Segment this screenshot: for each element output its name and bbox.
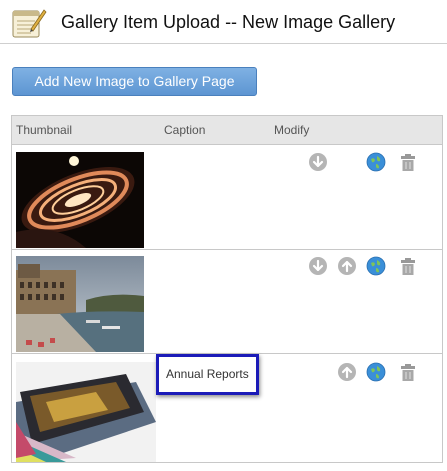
web-icon[interactable] [366, 256, 386, 276]
gallery-table: Thumbnail Caption Modify Annual Reports [11, 115, 443, 463]
move-down-icon[interactable] [308, 256, 328, 276]
move-down-icon[interactable] [308, 152, 328, 172]
thumbnail-image[interactable] [16, 256, 144, 352]
trash-icon[interactable] [398, 152, 418, 172]
thumbnail-image[interactable] [16, 152, 144, 248]
thumbnail-image[interactable] [16, 362, 156, 462]
page-header: Gallery Item Upload -- New Image Gallery [0, 0, 447, 44]
caption-highlight[interactable]: Annual Reports [156, 354, 259, 395]
notepad-icon [11, 7, 47, 39]
web-icon[interactable] [366, 362, 386, 382]
move-up-icon[interactable] [337, 256, 357, 276]
caption-text: Annual Reports [166, 367, 249, 381]
table-row: Annual Reports [12, 354, 442, 462]
trash-icon[interactable] [398, 256, 418, 276]
trash-icon[interactable] [398, 362, 418, 382]
column-header-thumbnail: Thumbnail [16, 123, 73, 137]
web-icon[interactable] [366, 152, 386, 172]
column-header-modify: Modify [274, 123, 310, 137]
move-up-icon[interactable] [337, 362, 357, 382]
table-header: Thumbnail Caption Modify [12, 116, 442, 145]
column-header-caption: Caption [164, 123, 206, 137]
page-title: Gallery Item Upload -- New Image Gallery [61, 12, 396, 32]
table-row [12, 146, 442, 250]
add-image-button[interactable]: Add New Image to Gallery Page [12, 67, 257, 96]
table-row [12, 250, 442, 354]
